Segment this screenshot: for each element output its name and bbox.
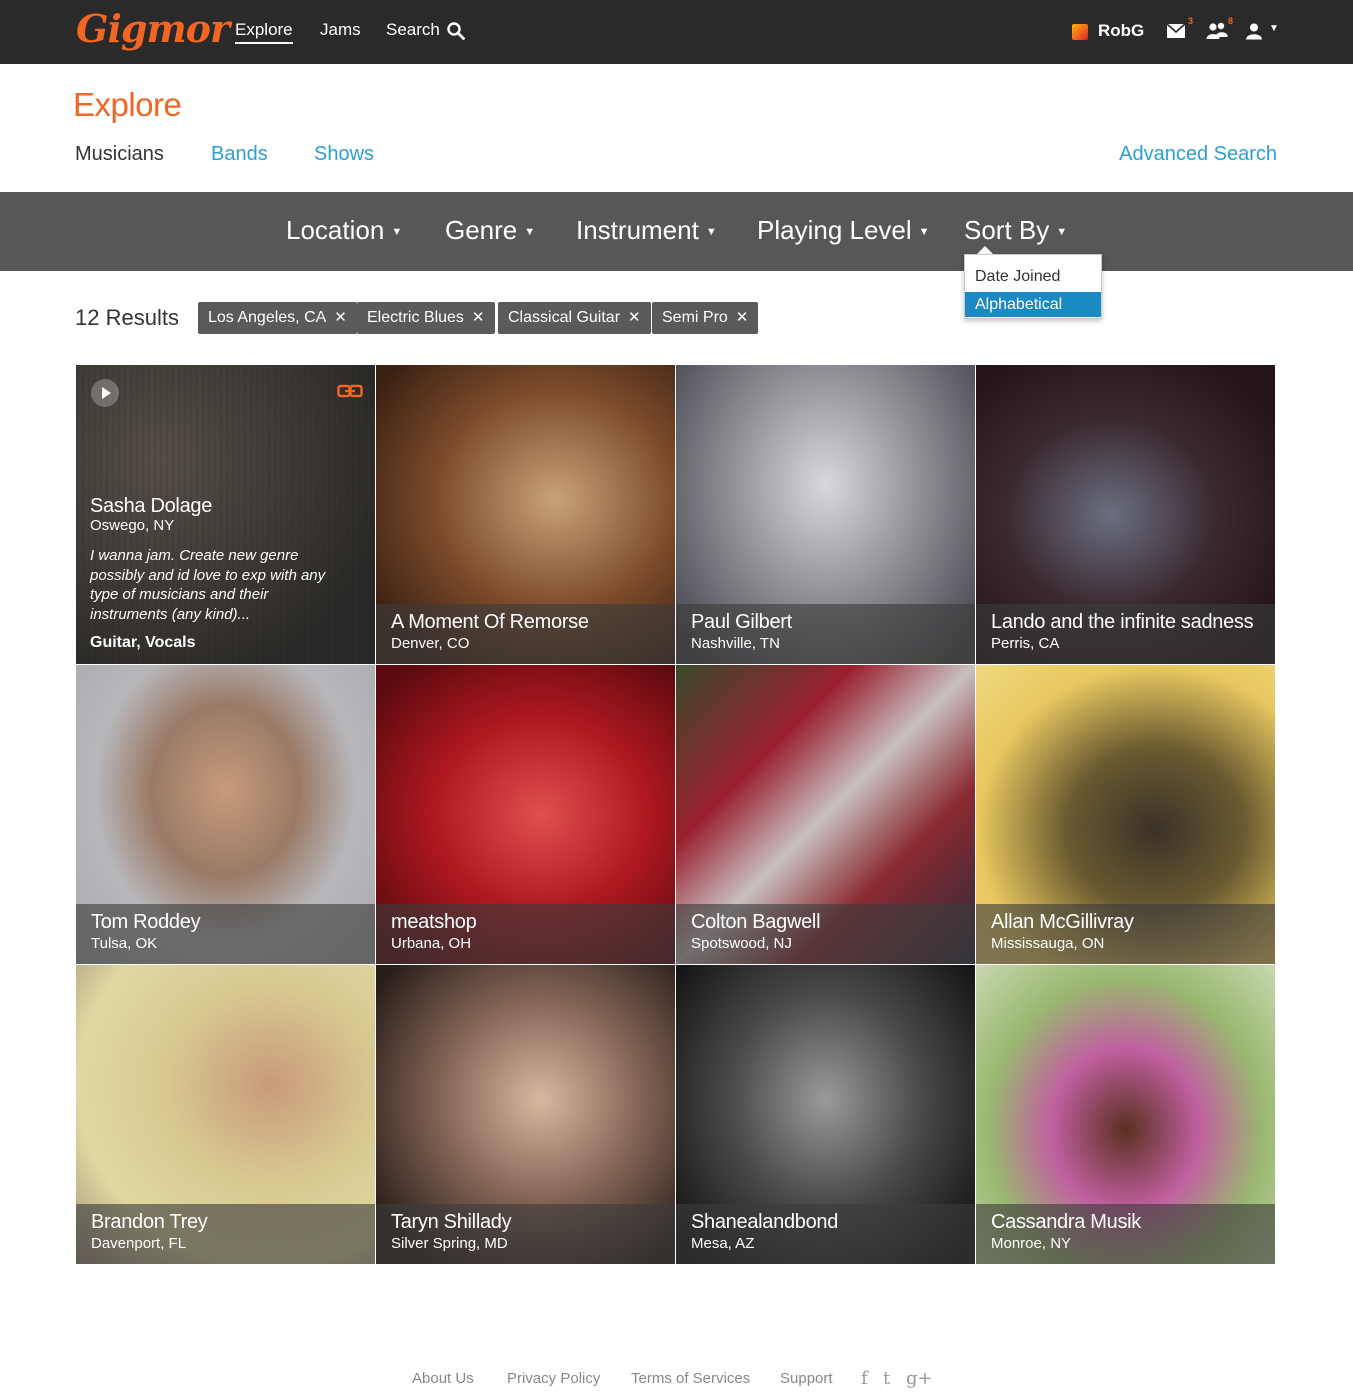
user-avatar-icon[interactable]	[1072, 24, 1088, 40]
musician-name[interactable]: Lando and the infinite sadness	[991, 611, 1254, 634]
mail-count-badge: 3	[1188, 16, 1194, 26]
filter-chip-label: Classical Guitar	[508, 309, 621, 326]
tab-shows[interactable]: Shows	[314, 143, 374, 166]
tab-musicians[interactable]: Musicians	[75, 143, 164, 166]
musician-name[interactable]: Sasha Dolage	[90, 495, 212, 518]
page-title: Explore	[73, 86, 182, 123]
musician-card[interactable]: Shanealandbond Mesa, AZ	[676, 965, 975, 1264]
sort-menu-arrow	[977, 246, 993, 254]
remove-filter-icon[interactable]: ✕	[472, 309, 485, 326]
gigmor-logo[interactable]: Gigmor	[76, 6, 230, 51]
musician-card[interactable]: Brandon Trey Davenport, FL	[76, 965, 375, 1264]
musician-name[interactable]: Cassandra Musik	[991, 1211, 1141, 1234]
nav-explore-link[interactable]: Explore	[235, 20, 293, 44]
musician-name[interactable]: Allan McGillivray	[991, 911, 1134, 934]
genre-filter-label: Genre	[445, 215, 518, 245]
caret-down-icon: ▼	[705, 226, 717, 239]
caret-down-icon: ▼	[524, 226, 536, 239]
instrument-filter-label: Instrument	[576, 215, 699, 245]
caret-down-icon: ▼	[1056, 226, 1068, 239]
musician-location: Oswego, NY	[90, 517, 175, 534]
footer-support-link[interactable]: Support	[780, 1370, 833, 1387]
musician-name[interactable]: Colton Bagwell	[691, 911, 821, 934]
remove-filter-icon[interactable]: ✕	[628, 309, 641, 326]
musician-name[interactable]: A Moment Of Remorse	[391, 611, 589, 634]
results-count: 12 Results	[75, 305, 179, 330]
footer-privacy-link[interactable]: Privacy Policy	[507, 1370, 600, 1387]
musician-grid: Sasha Dolage Oswego, NY I wanna jam. Cre…	[76, 365, 1276, 1265]
user-menu-caret-icon[interactable]: ▼	[1269, 23, 1279, 34]
remove-filter-icon[interactable]: ✕	[334, 309, 347, 326]
nav-search-link[interactable]: Search	[386, 20, 440, 40]
playing-level-filter-label: Playing Level	[757, 215, 912, 245]
link-icon[interactable]	[337, 383, 363, 399]
filter-chip-label: Semi Pro	[662, 309, 728, 326]
filter-chip-label: Los Angeles, CA	[208, 309, 327, 326]
musician-location: Silver Spring, MD	[391, 1235, 508, 1252]
musician-location: Mississauga, ON	[991, 935, 1105, 952]
genre-filter-dropdown[interactable]: Genre ▼	[445, 215, 535, 246]
sort-by-dropdown[interactable]: Sort By ▼	[964, 215, 1067, 246]
musician-card[interactable]: Allan McGillivray Mississauga, ON	[976, 665, 1275, 964]
musician-card[interactable]: Sasha Dolage Oswego, NY I wanna jam. Cre…	[76, 365, 375, 664]
musician-name[interactable]: Paul Gilbert	[691, 611, 792, 634]
musician-location: Spotswood, NJ	[691, 935, 792, 952]
caret-down-icon: ▼	[918, 226, 930, 239]
play-icon[interactable]	[91, 379, 119, 407]
filter-chip-level: Semi Pro ✕	[652, 302, 759, 334]
musician-location: Nashville, TN	[691, 635, 780, 652]
filter-chip-genre: Electric Blues ✕	[357, 302, 495, 334]
musician-card[interactable]: Cassandra Musik Monroe, NY	[976, 965, 1275, 1264]
sort-by-label: Sort By	[964, 215, 1050, 245]
musician-card[interactable]: Lando and the infinite sadness Perris, C…	[976, 365, 1275, 664]
twitter-icon[interactable]: t	[883, 1368, 890, 1389]
user-name-link[interactable]: RobG	[1098, 21, 1144, 41]
footer-terms-link[interactable]: Terms of Services	[631, 1370, 750, 1387]
musician-instruments: Guitar, Vocals	[90, 634, 196, 651]
sort-by-menu: Date Joined Alphabetical	[964, 254, 1102, 319]
friends-icon[interactable]	[1206, 22, 1228, 40]
sort-option-date-joined[interactable]: Date Joined	[965, 264, 1101, 289]
filter-chip-location: Los Angeles, CA ✕	[198, 302, 357, 334]
musician-name[interactable]: Tom Roddey	[91, 911, 201, 934]
musician-name[interactable]: Taryn Shillady	[391, 1211, 512, 1234]
musician-name[interactable]: meatshop	[391, 911, 477, 934]
musician-card[interactable]: Paul Gilbert Nashville, TN	[676, 365, 975, 664]
friends-count-badge: 8	[1228, 16, 1234, 26]
musician-location: Monroe, NY	[991, 1235, 1072, 1252]
tab-bands[interactable]: Bands	[211, 143, 268, 166]
musician-name[interactable]: Shanealandbond	[691, 1211, 838, 1234]
location-filter-dropdown[interactable]: Location ▼	[286, 215, 402, 246]
musician-card[interactable]: Colton Bagwell Spotswood, NJ	[676, 665, 975, 964]
mail-icon[interactable]	[1166, 23, 1186, 39]
location-filter-label: Location	[286, 215, 385, 245]
musician-bio: I wanna jam. Create new genre possibly a…	[90, 547, 326, 623]
musician-location: Denver, CO	[391, 635, 470, 652]
musician-location: Tulsa, OK	[91, 935, 158, 952]
musician-card[interactable]: Tom Roddey Tulsa, OK	[76, 665, 375, 964]
playing-level-filter-dropdown[interactable]: Playing Level ▼	[757, 215, 930, 246]
search-icon[interactable]	[447, 22, 465, 40]
musician-location: Davenport, FL	[91, 1235, 187, 1252]
musician-location: Perris, CA	[991, 635, 1060, 652]
advanced-search-link[interactable]: Advanced Search	[1119, 143, 1277, 166]
remove-filter-icon[interactable]: ✕	[736, 309, 749, 326]
musician-card[interactable]: Taryn Shillady Silver Spring, MD	[376, 965, 675, 1264]
facebook-icon[interactable]: f	[861, 1368, 868, 1389]
musician-location: Urbana, OH	[391, 935, 472, 952]
filter-chip-instrument: Classical Guitar ✕	[498, 302, 651, 334]
google-plus-icon[interactable]: g+	[906, 1368, 933, 1389]
top-navbar: Gigmor Explore Jams Search RobG 3 8 ▼	[0, 0, 1353, 64]
filter-chip-label: Electric Blues	[367, 309, 464, 326]
instrument-filter-dropdown[interactable]: Instrument ▼	[576, 215, 717, 246]
footer-about-link[interactable]: About Us	[412, 1370, 474, 1387]
musician-card[interactable]: A Moment Of Remorse Denver, CO	[376, 365, 675, 664]
musician-name[interactable]: Brandon Trey	[91, 1211, 208, 1234]
caret-down-icon: ▼	[391, 226, 403, 239]
user-menu-icon[interactable]	[1245, 22, 1263, 40]
musician-location: Mesa, AZ	[691, 1235, 755, 1252]
nav-jams-link[interactable]: Jams	[320, 20, 361, 40]
sort-option-alphabetical[interactable]: Alphabetical	[965, 292, 1101, 317]
musician-card[interactable]: meatshop Urbana, OH	[376, 665, 675, 964]
